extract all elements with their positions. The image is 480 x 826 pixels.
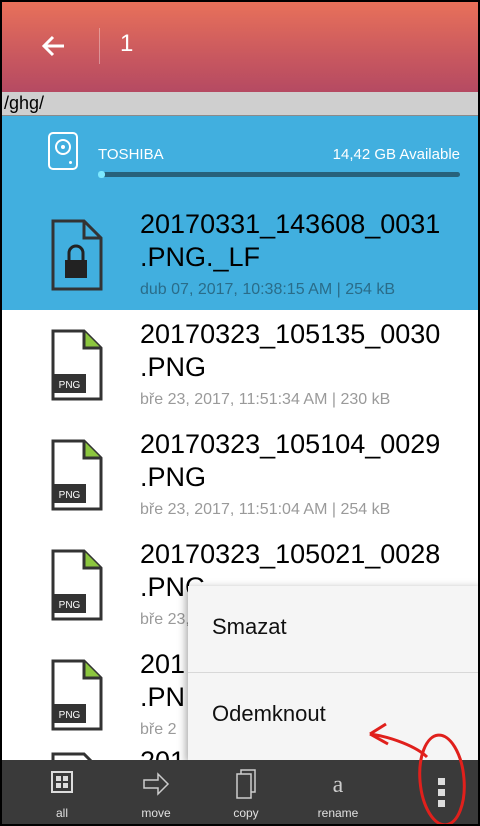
menu-item-delete[interactable]: Smazat bbox=[188, 586, 478, 671]
app-screen: 1 /ghg/ TOSHIBA 14,42 GB Available 20170… bbox=[0, 0, 480, 826]
png-file-icon: PNG bbox=[50, 548, 104, 622]
select-all-label: all bbox=[55, 806, 68, 820]
move-arrow-icon bbox=[143, 772, 170, 796]
file-meta: bře 23, 2017, 11:51:04 AM | 254 kB bbox=[140, 501, 391, 518]
copy-label: copy bbox=[233, 806, 259, 820]
menu-item-label: Odemknout bbox=[212, 701, 326, 726]
select-all-icon bbox=[51, 771, 73, 793]
breadcrumb: /ghg/ bbox=[2, 92, 478, 116]
storage-name: TOSHIBA bbox=[98, 146, 164, 163]
bottom-toolbar: all move copy a rename bbox=[2, 760, 478, 824]
back-arrow-icon[interactable] bbox=[38, 30, 70, 62]
more-options-button[interactable] bbox=[402, 766, 478, 822]
file-row[interactable]: PNG 20170323_105104_0029 .PNG bře 23, 201… bbox=[2, 420, 478, 530]
selection-count: 1 bbox=[120, 30, 134, 57]
current-path: /ghg/ bbox=[4, 93, 45, 113]
file-name: 20170323_105135_0030 .PNG bbox=[140, 319, 441, 382]
app-bar: 1 bbox=[2, 2, 478, 92]
file-meta: dub 07, 2017, 10:38:15 AM | 254 kB bbox=[140, 281, 396, 298]
hard-drive-icon bbox=[48, 132, 78, 170]
svg-text:PNG: PNG bbox=[59, 710, 81, 721]
copy-icon bbox=[236, 769, 256, 799]
png-file-icon: PNG bbox=[50, 658, 104, 732]
svg-text:a: a bbox=[333, 772, 344, 798]
overflow-menu-icon bbox=[438, 778, 445, 807]
svg-text:PNG: PNG bbox=[59, 380, 81, 391]
rename-button[interactable]: a rename bbox=[298, 766, 378, 822]
png-file-icon: PNG bbox=[50, 438, 104, 512]
svg-text:PNG: PNG bbox=[59, 490, 81, 501]
storage-header[interactable]: TOSHIBA 14,42 GB Available bbox=[2, 116, 478, 200]
png-file-icon: PNG bbox=[50, 328, 104, 402]
context-menu: Smazat Odemknout bbox=[188, 586, 478, 761]
menu-item-unlock[interactable]: Odemknout bbox=[188, 673, 478, 758]
storage-usage-bar bbox=[98, 171, 460, 178]
appbar-divider bbox=[99, 28, 100, 64]
menu-item-label: Smazat bbox=[212, 614, 287, 639]
move-button[interactable]: move bbox=[116, 766, 196, 822]
move-label: move bbox=[141, 806, 171, 820]
lock-file-icon bbox=[50, 218, 104, 292]
file-row[interactable]: 20170331_143608_0031 .PNG._LF dub 07, 201… bbox=[2, 200, 478, 310]
select-all-button[interactable]: all bbox=[22, 766, 102, 822]
storage-usage-fill bbox=[98, 171, 106, 178]
rename-label: rename bbox=[317, 806, 359, 820]
storage-available: 14,42 GB Available bbox=[332, 146, 460, 163]
svg-text:PNG: PNG bbox=[59, 600, 81, 611]
copy-button[interactable]: copy bbox=[206, 766, 286, 822]
file-name: 20170331_143608_0031 .PNG._LF bbox=[140, 209, 441, 272]
file-row[interactable]: PNG 20170323_105135_0030 .PNG bře 23, 201… bbox=[2, 310, 478, 420]
file-name: 20170323_105104_0029 .PNG bbox=[140, 429, 441, 492]
rename-icon: a bbox=[333, 772, 344, 798]
file-meta: bře 23, 2017, 11:51:34 AM | 230 kB bbox=[140, 391, 391, 408]
